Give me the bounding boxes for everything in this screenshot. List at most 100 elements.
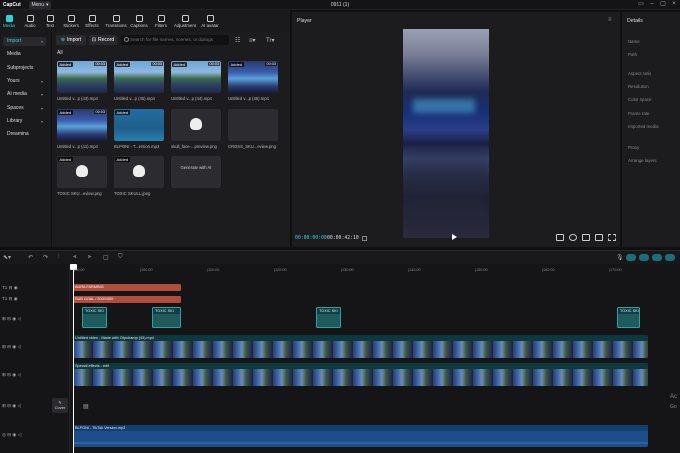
sticker-clip[interactable]: TOXIC SKI: [617, 307, 640, 328]
media-thumbnail[interactable]: Added 00:03: [57, 109, 107, 141]
sidebar-item-dreamina[interactable]: Dreamina: [3, 130, 46, 139]
ruler-tick: |130:00: [341, 268, 354, 272]
activate-subtext: Go: [670, 404, 677, 410]
filters-icon: [157, 14, 165, 22]
video-overlay-track-1[interactable]: Untitled video - Made with Clipchamp (43…: [73, 335, 648, 358]
tool-media[interactable]: Media: [0, 10, 18, 32]
media-item[interactable]: Added 00:03 Untitled v...p (43).mp4: [57, 61, 111, 101]
text-clip[interactable]: AURA FARMING: [73, 284, 181, 291]
sticker-clip[interactable]: TOXIC SKI: [316, 307, 341, 328]
split-right-icon[interactable]: ⫸: [88, 254, 91, 261]
tool-filters[interactable]: Filters: [152, 10, 170, 32]
sticker-clip[interactable]: TOXIC SKI: [152, 307, 181, 328]
sidebar-item-yours[interactable]: Yours ▾: [3, 77, 46, 86]
chevron-down-icon: ▾: [40, 92, 43, 97]
media-thumbnail[interactable]: Added 00:03: [171, 61, 221, 93]
minimize-icon[interactable]: –: [648, 1, 656, 8]
undo-icon[interactable]: ↶: [28, 254, 33, 261]
aspect-icon[interactable]: [595, 234, 603, 241]
crop-icon[interactable]: [556, 234, 564, 241]
media-thumbnail[interactable]: Added 00:03: [114, 61, 164, 93]
search-input[interactable]: Search for file names, scenes, or dialog…: [121, 35, 229, 45]
toggle-magnet[interactable]: [639, 254, 649, 261]
ratio-icon[interactable]: [569, 234, 577, 241]
record-button[interactable]: ⊡ Record: [89, 35, 117, 45]
split-icon[interactable]: ⫶: [58, 254, 60, 261]
filter-all-label[interactable]: All: [57, 50, 63, 56]
shield-icon[interactable]: ⛉: [118, 254, 123, 261]
text-track-icon: T1 ⊟ ◉: [2, 296, 18, 301]
playhead[interactable]: [73, 264, 74, 453]
video-preview[interactable]: [403, 29, 489, 238]
overlay-track-controls[interactable]: ⊞ ⊟ ◉ ◁: [2, 372, 21, 378]
sidebar-item-spaces[interactable]: Spaces ▾: [3, 104, 46, 113]
filter-icon[interactable]: ≡▾: [249, 37, 256, 44]
sticker-clip[interactable]: TOXIC SKI: [82, 307, 107, 328]
audio-clip[interactable]: BLPONI - TikTok Version.mp3: [73, 425, 648, 447]
media-item[interactable]: Added 00:03 Untitled v...p (41).mp4: [57, 109, 111, 149]
toggle-preview-axis[interactable]: [665, 254, 675, 261]
grid-view-icon[interactable]: ☷: [235, 37, 240, 44]
frame-icon[interactable]: ▤: [83, 403, 89, 410]
maximize-icon[interactable]: ▢: [659, 1, 667, 8]
tool-captions[interactable]: Captions: [130, 10, 148, 32]
fullscreen-fit-icon[interactable]: [582, 234, 590, 241]
media-caption: skull_face-...preview.png: [171, 144, 217, 149]
media-panel: ⊕ Import ⊡ Record Search for file names, s…: [51, 32, 290, 247]
tool-effects[interactable]: Effects: [83, 10, 101, 32]
text-clip[interactable]: SUB GOAL / 200/1000: [73, 296, 181, 303]
grid-icon[interactable]: [362, 236, 367, 241]
tool-adjustment[interactable]: Adjustment: [174, 10, 196, 32]
toggle-link[interactable]: [652, 254, 662, 261]
chevron-down-icon: ▾: [40, 79, 43, 84]
tool-transitions[interactable]: Transitions: [105, 10, 127, 32]
media-thumbnail[interactable]: [171, 109, 221, 141]
media-item[interactable]: Added BLPONI - T...ersion.mp3: [114, 109, 168, 149]
media-thumbnail[interactable]: Added 00:03: [228, 61, 278, 93]
media-item[interactable]: Generate with AI: [171, 156, 221, 188]
media-thumbnail[interactable]: Generate with AI: [171, 156, 221, 188]
fullscreen-icon[interactable]: [608, 234, 616, 241]
select-tool-icon[interactable]: ⬉▾: [3, 254, 11, 261]
media-thumbnail[interactable]: Added: [114, 156, 164, 188]
media-item[interactable]: Added 00:03 Untitled v...p (46).mp4: [228, 61, 282, 101]
cover-button[interactable]: ✎ Cover: [52, 398, 68, 413]
media-item[interactable]: Added TOXIC SKU...eview.png: [57, 156, 111, 196]
media-thumbnail[interactable]: Added: [57, 156, 107, 188]
redo-icon[interactable]: ↷: [43, 254, 48, 261]
delete-icon[interactable]: ▢: [103, 254, 109, 261]
adjustment-icon: [181, 14, 189, 22]
media-item[interactable]: skull_face-...preview.png: [171, 109, 225, 149]
sticker-track-controls[interactable]: ⊞ ⊟ ◉ ◁: [2, 316, 21, 322]
text-track-icon: T1 ⊟ ◉: [2, 285, 18, 290]
close-icon[interactable]: ×: [670, 1, 678, 8]
media-thumbnail[interactable]: Added 00:03: [57, 61, 107, 93]
import-button[interactable]: ⊕ Import: [56, 35, 86, 45]
media-item[interactable]: Added 00:03 Untitled v...p (44).mp4: [171, 61, 225, 101]
video-overlay-track-2[interactable]: Special effects - edit: [73, 363, 648, 386]
tool-audio[interactable]: Audio: [21, 10, 39, 32]
sidebar-item-subprojects[interactable]: Subprojects: [3, 64, 46, 73]
tool-ai-avatar[interactable]: AI avatar: [199, 10, 221, 32]
tool-text[interactable]: Text: [41, 10, 59, 32]
play-button[interactable]: [452, 234, 457, 240]
overlay-track-controls[interactable]: ⊞ ⊟ ◉ ◁: [2, 344, 21, 350]
sidebar-item-library[interactable]: Library ▾: [3, 117, 46, 126]
media-thumbnail[interactable]: Added: [114, 109, 164, 141]
microphone-icon[interactable]: 🎙: [616, 254, 624, 261]
split-left-icon[interactable]: ⫷: [73, 254, 76, 261]
layout-icon[interactable]: ▭: [637, 1, 645, 8]
toggle-main-track[interactable]: [626, 254, 636, 261]
audio-track-controls[interactable]: ◎ ⊟ ◉ ◁: [2, 432, 21, 438]
tool-stickers[interactable]: Stickers: [62, 10, 80, 32]
main-track-controls[interactable]: ⊞ ⊟ ◉ ◁: [2, 403, 21, 409]
more-menu-icon[interactable]: ≡: [608, 17, 612, 23]
media-thumbnail[interactable]: [228, 109, 278, 141]
sort-button[interactable]: Tr▾: [266, 37, 274, 44]
sidebar-item-media[interactable]: Media: [3, 50, 46, 59]
sidebar-item-import[interactable]: Import ▾: [3, 37, 46, 46]
media-item[interactable]: Added 00:03 Untitled v...p (45).mp4: [114, 61, 168, 101]
media-item[interactable]: Added TOXIC SKULL.jpeg: [114, 156, 168, 196]
media-item[interactable]: CROSS_SKU...eview.png: [228, 109, 282, 149]
sidebar-item-ai-media[interactable]: AI media ▾: [3, 90, 46, 99]
